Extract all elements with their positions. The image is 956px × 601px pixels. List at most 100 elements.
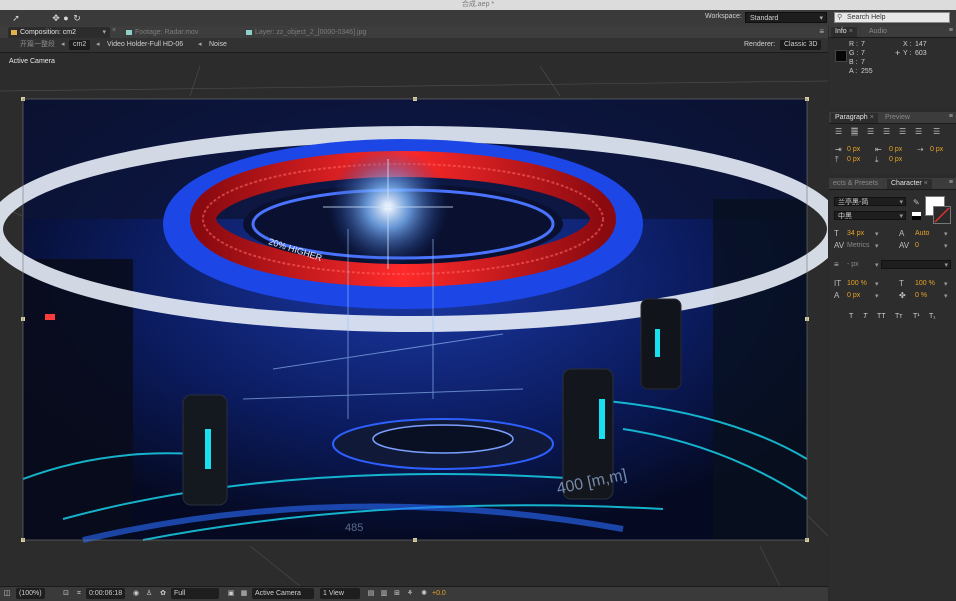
show-snapshot-icon[interactable]: ♙ <box>144 588 154 599</box>
stroke-color-swatch[interactable] <box>933 206 951 224</box>
transparency-grid-icon[interactable]: ▦ <box>239 588 249 599</box>
horizontal-scale-field[interactable]: 100 % <box>915 280 935 287</box>
search-help-input[interactable]: ⚲ Search Help <box>834 12 950 23</box>
tab-footage[interactable]: Footage: Radar.mov <box>123 27 233 38</box>
tab-character-label: Character <box>891 180 922 187</box>
exposure-value[interactable]: +0.0 <box>432 588 446 599</box>
space-before-field[interactable]: 0 px <box>847 156 860 163</box>
baseline-shift-field[interactable]: 0 px <box>847 292 860 299</box>
chevron-down-icon[interactable]: ▾ <box>102 27 106 38</box>
safe-zones-icon[interactable]: ⊡ <box>61 588 71 599</box>
tsume-field[interactable]: 0 % <box>915 292 927 299</box>
resolution-select[interactable]: Full <box>171 588 219 599</box>
panel-menu-icon[interactable]: ≡ <box>949 113 953 120</box>
chevron-down-icon[interactable]: ▾ <box>875 292 879 300</box>
justify-center-icon[interactable]: ☰ <box>899 127 906 136</box>
chevron-down-icon[interactable]: ▾ <box>944 280 948 288</box>
eyedropper-icon[interactable]: ✎ <box>913 198 920 207</box>
snapshot-icon[interactable]: ◉ <box>131 588 141 599</box>
breadcrumb-item[interactable]: Video Holder-Full HD-06 <box>107 40 183 50</box>
justify-right-icon[interactable]: ☰ <box>915 127 922 136</box>
chevron-down-icon[interactable]: ▾ <box>875 242 879 250</box>
camera-view-select[interactable]: Active Camera <box>252 588 314 599</box>
panel-menu-icon[interactable]: ≡ <box>819 27 824 36</box>
faux-bold-button[interactable]: T <box>849 313 853 320</box>
workspace-label: Workspace: <box>705 13 742 20</box>
font-size-field[interactable]: 34 px <box>847 230 864 237</box>
tab-info[interactable]: Info × <box>831 27 857 37</box>
tab-layer[interactable]: Layer: zz_object_2_[0000-0346].jpg <box>243 27 403 38</box>
stroke-width-field[interactable]: - px <box>847 261 859 268</box>
indent-right-field[interactable]: 0 px <box>889 146 902 153</box>
chevron-down-icon[interactable]: ▾ <box>944 242 948 250</box>
renderer-select[interactable]: Classic 3D <box>780 40 822 50</box>
kerning-icon: AV <box>834 241 845 250</box>
info-y-value: 603 <box>915 50 927 57</box>
flowchart-icon[interactable]: ⚘ <box>405 588 415 599</box>
small-caps-button[interactable]: Tт <box>895 313 902 320</box>
font-style-select[interactable]: 中黑 ▾ <box>834 211 906 220</box>
chevron-down-icon[interactable]: ▾ <box>944 230 948 238</box>
chevron-down-icon[interactable]: ▾ <box>875 280 879 288</box>
font-family-select[interactable]: 兰亭黑-简 ▾ <box>834 197 906 206</box>
color-channel-icon[interactable]: ✿ <box>158 588 168 599</box>
chevron-down-icon[interactable]: ▾ <box>944 292 948 300</box>
faux-italic-button[interactable]: T <box>863 313 867 320</box>
indent-left-field[interactable]: 0 px <box>847 146 860 153</box>
tab-character[interactable]: Character × <box>887 179 932 189</box>
leading-field[interactable]: Auto <box>915 230 929 237</box>
panel-menu-icon[interactable]: ≡ <box>949 27 953 34</box>
composition-panel: Composition: cm2 ▾ × Footage: Radar.mov … <box>0 26 828 601</box>
leading-icon: A <box>899 229 905 238</box>
info-g-value: 7 <box>861 50 865 57</box>
character-panel: ects & Presets Character × ≡ 兰亭黑-简 ▾ 中黑 ▾ ✎… <box>829 178 956 600</box>
vertical-scale-field[interactable]: 100 % <box>847 280 867 287</box>
breadcrumb-item[interactable]: Noise <box>209 40 227 50</box>
chevron-down-icon[interactable]: ▾ <box>875 230 879 238</box>
panel-menu-icon[interactable]: ≡ <box>949 179 953 186</box>
tab-paragraph[interactable]: Paragraph × <box>831 113 878 123</box>
region-of-interest-icon[interactable]: ▣ <box>226 588 236 599</box>
close-icon[interactable]: × <box>870 114 874 121</box>
stroke-width-icon: ≡ <box>834 260 839 269</box>
timeline-icon[interactable]: ⊞ <box>392 588 402 599</box>
always-preview-icon[interactable]: ◫ <box>2 588 12 599</box>
chevron-down-icon: ▾ <box>899 199 903 206</box>
justify-all-icon[interactable]: ☰ <box>933 127 940 136</box>
black-swatch[interactable] <box>912 216 921 220</box>
space-after-field[interactable]: 0 px <box>889 156 902 163</box>
workspace-value: Standard <box>750 15 779 22</box>
align-left-icon[interactable]: ☰ <box>835 127 842 136</box>
breadcrumb-item[interactable]: 开篇一整段 <box>20 40 55 50</box>
tab-preview[interactable]: Preview <box>881 113 914 123</box>
tracking-field[interactable]: 0 <box>915 242 919 249</box>
composition-viewer[interactable]: 20% HIGHER 400 [m,m] 485 <box>0 66 828 586</box>
first-line-indent-field[interactable]: 0 px <box>930 146 943 153</box>
mask-visibility-icon[interactable]: ⌗ <box>74 588 84 599</box>
breadcrumb-item-current[interactable]: cm2 <box>69 40 91 50</box>
superscript-button[interactable]: T¹ <box>913 313 920 320</box>
exposure-icon[interactable]: ✺ <box>419 588 429 599</box>
align-right-icon[interactable]: ☰ <box>867 127 874 136</box>
stroke-style-select[interactable]: ▾ <box>881 260 951 269</box>
fast-previews-icon[interactable]: ▥ <box>379 588 389 599</box>
close-icon[interactable]: × <box>924 180 928 187</box>
tab-audio[interactable]: Audio <box>865 27 891 37</box>
selection-tool-icon[interactable]: ➚ <box>10 12 22 24</box>
view-layout-select[interactable]: 1 View <box>320 588 360 599</box>
current-time-field[interactable]: 0:00:06:18 <box>86 588 126 599</box>
tab-composition[interactable]: Composition: cm2 ▾ <box>8 27 110 38</box>
all-caps-button[interactable]: TT <box>877 313 886 320</box>
kerning-field[interactable]: Metrics <box>847 242 870 249</box>
workspace-select[interactable]: Standard ▾ <box>745 12 827 23</box>
justify-left-icon[interactable]: ☰ <box>883 127 890 136</box>
rotation-tool-icon[interactable]: ↻ <box>71 12 83 24</box>
align-center-icon[interactable]: ☰ <box>851 127 859 136</box>
close-icon[interactable]: × <box>849 28 853 35</box>
tab-effects-presets[interactable]: ects & Presets <box>829 179 882 189</box>
chevron-down-icon[interactable]: ▾ <box>875 261 879 269</box>
subscript-button[interactable]: T₁ <box>929 313 936 320</box>
zoom-select[interactable]: (100%) <box>16 588 45 599</box>
close-icon[interactable]: × <box>112 27 116 34</box>
toggle-pixel-aspect-icon[interactable]: ▤ <box>366 588 376 599</box>
